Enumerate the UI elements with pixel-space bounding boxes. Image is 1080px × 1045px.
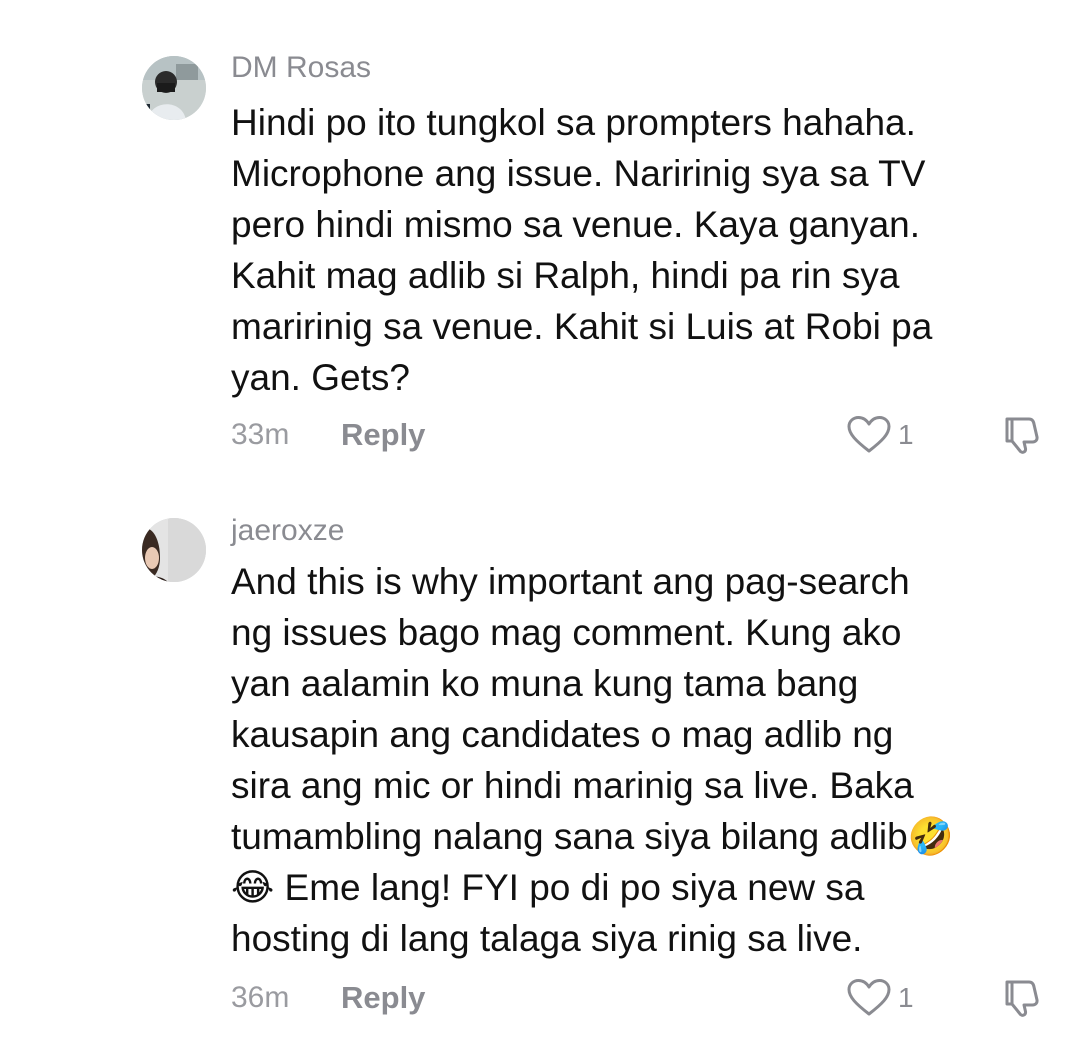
heart-outline-icon — [847, 979, 891, 1016]
comment-text: And this is why important ang pag-search… — [231, 561, 954, 959]
comment-actions: 36m Reply 1 — [231, 978, 1050, 1018]
avatar[interactable] — [142, 518, 206, 582]
user-avatar-icon — [142, 56, 206, 120]
avatar[interactable] — [142, 56, 206, 120]
dislike-button[interactable] — [1001, 415, 1045, 455]
comment-timestamp: 33m — [231, 418, 290, 451]
like-button[interactable]: 1 — [846, 415, 914, 455]
dislike-button[interactable] — [1001, 978, 1045, 1018]
heart-outline-icon — [847, 416, 891, 453]
comment-username[interactable]: DM Rosas — [231, 50, 371, 86]
comment-actions: 33m Reply 1 — [231, 415, 1050, 455]
like-count: 1 — [898, 982, 914, 1013]
thumbs-down-icon — [1005, 417, 1039, 454]
comment-text: Hindi po ito tungkol sa prompters hahaha… — [231, 102, 933, 398]
thumbs-down-icon — [1005, 980, 1039, 1017]
reply-button[interactable]: Reply — [341, 415, 425, 455]
like-button[interactable]: 1 — [846, 978, 914, 1018]
user-avatar-icon — [142, 518, 206, 582]
reply-button[interactable]: Reply — [341, 978, 425, 1018]
comment-timestamp: 36m — [231, 981, 290, 1014]
comment-username[interactable]: jaeroxze — [231, 513, 344, 549]
like-count: 1 — [898, 419, 914, 450]
